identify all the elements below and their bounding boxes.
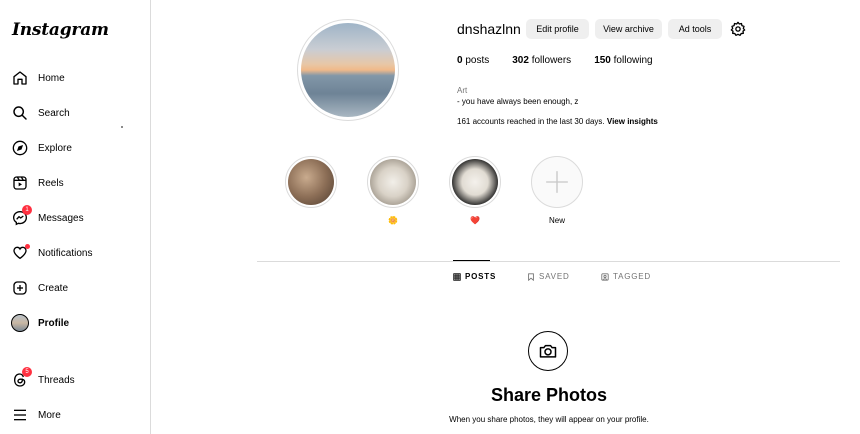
threads-badge: 5: [22, 367, 32, 377]
sidebar: Instagram Home Search Explore Reels 1 Me…: [0, 0, 151, 434]
active-tab-indicator: [453, 260, 490, 261]
home-icon: [11, 69, 29, 87]
sidebar-item-label: Reels: [38, 177, 64, 189]
reels-icon: [11, 174, 29, 192]
profile-category: Art: [457, 86, 468, 95]
story-highlight[interactable]: [285, 156, 337, 208]
messenger-icon: 1: [11, 205, 32, 227]
messages-badge: 1: [22, 205, 32, 215]
menu-icon: [11, 406, 29, 424]
sidebar-item-label: Notifications: [38, 247, 93, 259]
new-highlight-button[interactable]: [531, 156, 583, 208]
sidebar-item-label: Threads: [38, 374, 75, 386]
story-highlight-label: 🌼: [388, 216, 398, 225]
avatar: [11, 314, 29, 332]
sidebar-item-threads[interactable]: 5 Threads: [11, 367, 75, 392]
tab-saved[interactable]: SAVED: [527, 272, 570, 281]
tab-tagged[interactable]: TAGGED: [601, 272, 651, 281]
plus-square-icon: [11, 279, 29, 297]
sidebar-item-label: Profile: [38, 317, 70, 329]
decorative-dot: [121, 126, 123, 128]
threads-icon: 5: [11, 367, 32, 389]
compass-icon: [11, 139, 29, 157]
username: dnshazlnn: [457, 21, 521, 37]
sidebar-item-home[interactable]: Home: [11, 66, 65, 90]
sidebar-item-label: More: [38, 409, 61, 421]
reach-summary: 161 accounts reached in the last 30 days…: [457, 117, 658, 126]
edit-profile-button[interactable]: Edit profile: [526, 19, 589, 39]
sidebar-item-label: Search: [38, 107, 70, 119]
notification-dot: [25, 244, 30, 249]
sidebar-item-more[interactable]: More: [11, 403, 61, 427]
sidebar-item-search[interactable]: Search: [11, 101, 70, 125]
sidebar-item-label: Explore: [38, 142, 72, 154]
sidebar-item-profile[interactable]: Profile: [11, 311, 69, 335]
tag-icon: [601, 272, 609, 281]
sidebar-item-label: Create: [38, 282, 69, 294]
grid-icon: [453, 272, 461, 281]
gear-icon[interactable]: [729, 20, 747, 38]
instagram-logo[interactable]: Instagram: [12, 20, 109, 40]
view-insights-link[interactable]: View insights: [607, 117, 658, 126]
story-highlight[interactable]: [449, 156, 501, 208]
story-highlight[interactable]: [367, 156, 419, 208]
search-icon: [11, 104, 29, 122]
sidebar-item-messages[interactable]: 1 Messages: [11, 205, 84, 230]
following-stat[interactable]: 150 following: [594, 55, 652, 66]
sidebar-item-reels[interactable]: Reels: [11, 171, 64, 195]
profile-stats: 0 posts 302 followers 150 following: [457, 55, 676, 66]
followers-stat[interactable]: 302 followers: [512, 55, 571, 66]
posts-stat: 0 posts: [457, 55, 490, 66]
camera-icon[interactable]: [528, 331, 568, 371]
view-archive-button[interactable]: View archive: [595, 19, 662, 39]
sidebar-item-create[interactable]: Create: [11, 276, 68, 300]
empty-state-subtitle: When you share photos, they will appear …: [449, 415, 649, 424]
profile-picture[interactable]: [297, 19, 399, 121]
new-highlight-label: New: [548, 216, 565, 225]
profile-bio: - you have always been enough, z: [457, 97, 579, 106]
bookmark-icon: [528, 272, 534, 281]
sidebar-item-label: Messages: [38, 212, 84, 224]
sidebar-item-notifications[interactable]: Notifications: [11, 241, 92, 265]
plus-icon: [546, 171, 568, 193]
heart-icon: [11, 244, 30, 262]
tabs-divider: [257, 261, 840, 262]
sidebar-item-label: Home: [38, 72, 65, 84]
tab-posts[interactable]: POSTS: [453, 272, 496, 281]
ad-tools-button[interactable]: Ad tools: [668, 19, 722, 39]
sidebar-item-explore[interactable]: Explore: [11, 136, 72, 160]
story-highlight-label: ❤️: [470, 216, 480, 225]
empty-state-title: Share Photos: [490, 385, 608, 405]
